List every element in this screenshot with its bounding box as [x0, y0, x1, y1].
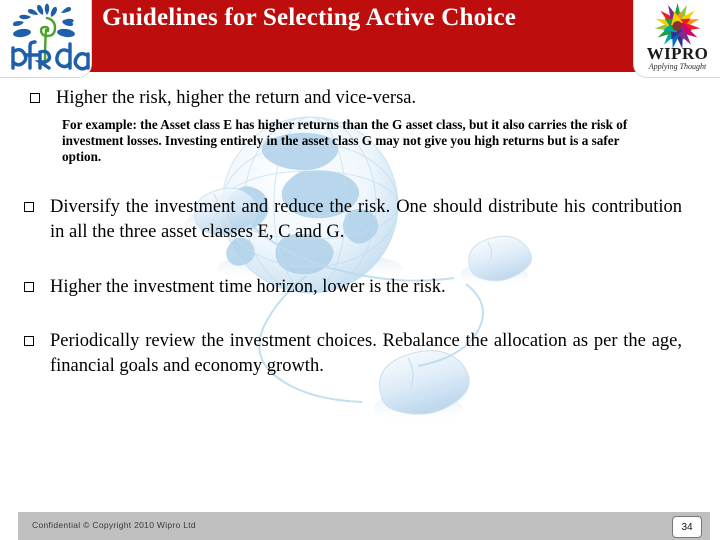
hollow-square-bullet-icon [30, 86, 56, 110]
page-number-badge: 34 [672, 516, 702, 538]
copyright-text: Confidential © Copyright 2010 Wipro Ltd [32, 520, 196, 530]
pfrda-sunburst-icon [12, 3, 75, 38]
page-title: Guidelines for Selecting Active Choice [102, 4, 517, 31]
hollow-square-bullet-icon [24, 195, 50, 219]
pfrda-logo [0, 0, 92, 78]
wipro-logo-icon: WIPRO Applying Thought [647, 3, 709, 71]
slide-content: Higher the risk, higher the return and v… [0, 86, 720, 379]
hollow-square-bullet-icon [24, 275, 50, 299]
bullet-text-3: Higher the investment time horizon, lowe… [50, 277, 446, 297]
hollow-square-bullet-icon [24, 329, 50, 353]
wipro-rainbow-flower-icon [654, 3, 701, 49]
slide-footer: Confidential © Copyright 2010 Wipro Ltd … [18, 512, 710, 540]
bullet-item-4: Periodically review the investment choic… [0, 329, 720, 379]
bullet-text-2: Diversify the investment and reduce the … [50, 197, 682, 242]
title-bar: Guidelines for Selecting Active Choice [64, 0, 656, 72]
bullet-text-1: Higher the risk, higher the return and v… [56, 88, 417, 108]
page-number: 34 [681, 521, 693, 533]
bullet-item-3: Higher the investment time horizon, lowe… [0, 275, 720, 300]
pfrda-logo-icon [11, 3, 90, 71]
wipro-tagline: Applying Thought [648, 62, 707, 71]
bullet-subtext-1: For example: the Asset class E has highe… [62, 117, 628, 164]
bullet-item-1: Higher the risk, higher the return and v… [0, 86, 720, 111]
bullet-text-4: Periodically review the investment choic… [50, 331, 682, 376]
bullet-item-2: Diversify the investment and reduce the … [0, 195, 720, 245]
wipro-logo: WIPRO Applying Thought [633, 0, 720, 78]
slide-header: Guidelines for Selecting Active Choice W… [0, 0, 720, 80]
wipro-wordmark: WIPRO [647, 44, 709, 63]
